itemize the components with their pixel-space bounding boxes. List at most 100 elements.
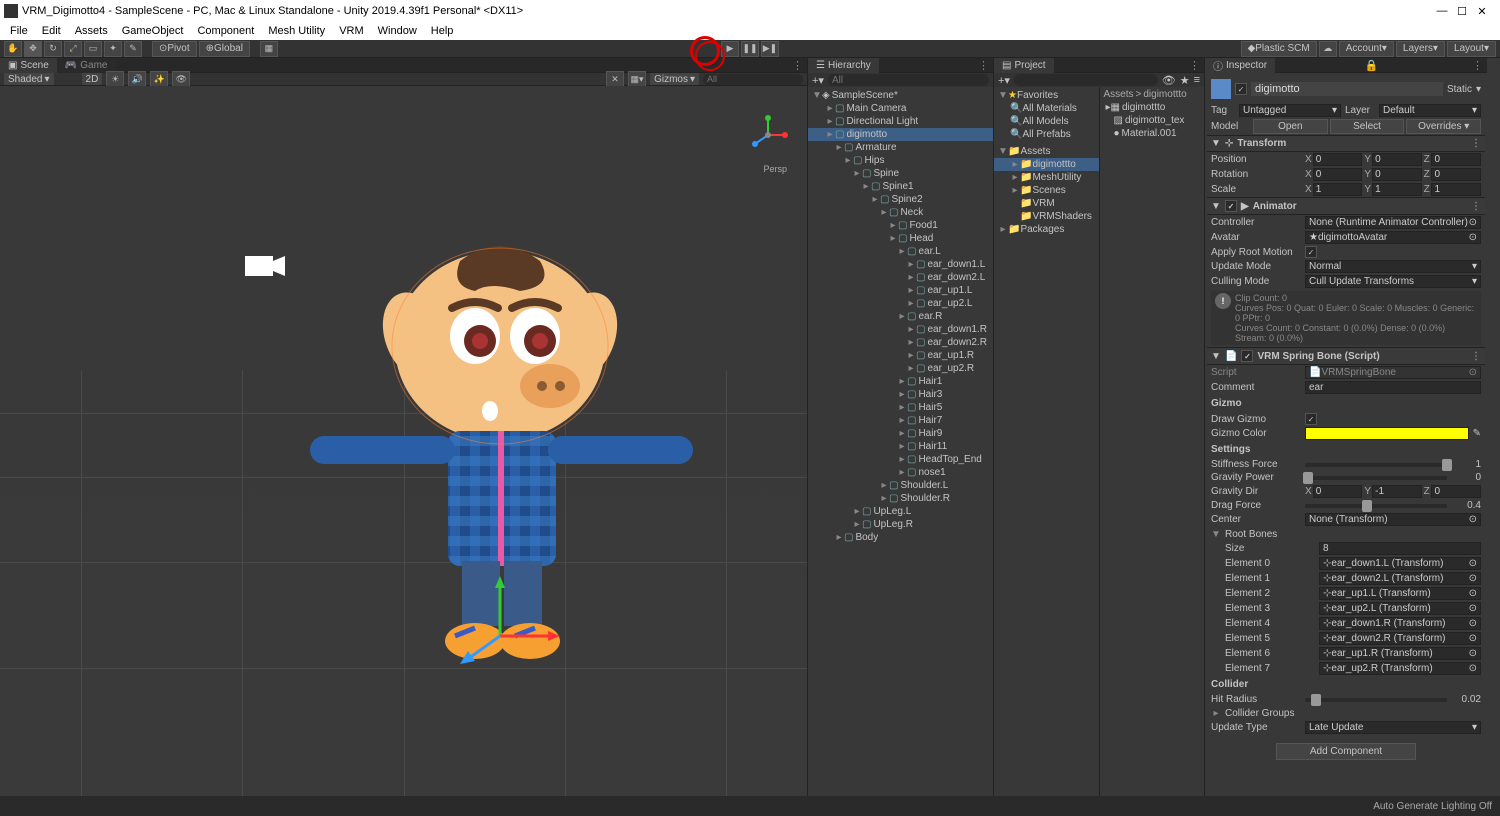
tab-project[interactable]: ▤Project [994,58,1054,73]
account-dropdown[interactable]: Account ▾ [1339,41,1394,57]
collider-groups-foldout[interactable]: ▸Collider Groups [1207,706,1485,720]
layers-dropdown[interactable]: Layers ▾ [1396,41,1445,57]
menu-component[interactable]: Component [191,24,260,38]
hierarchy-item[interactable]: ▸▢Main Camera [808,102,993,115]
inspector-options-icon[interactable]: ⋮ [1468,59,1487,72]
animator-header[interactable]: ▼✓▶Animator⋮ [1207,197,1485,215]
hierarchy-item[interactable]: ▸▢ear_down2.R [808,336,993,349]
hand-tool-button[interactable]: ✋ [4,41,22,57]
hierarchy-item[interactable]: ▸▢Hair5 [808,401,993,414]
scale-tool-button[interactable]: ⤢ [64,41,82,57]
global-toggle[interactable]: ⊕Global [199,41,250,57]
filter-icon[interactable]: 👁 [1162,74,1176,87]
file-material[interactable]: ●Material.001 [1100,127,1205,140]
menu-edit[interactable]: Edit [36,24,67,38]
hierarchy-item[interactable]: ▸▢UpLeg.R [808,518,993,531]
filter-sliders-icon[interactable]: ≡ [1194,74,1200,86]
drag-slider[interactable] [1305,504,1447,508]
asset-folder[interactable]: 📁VRM [994,197,1099,210]
comment-input[interactable]: ear [1305,381,1481,394]
rootbone-element-field[interactable]: ⊹ear_up1.L (Transform)⊙ [1319,587,1481,600]
hit-radius-slider[interactable] [1305,698,1447,702]
asset-folder[interactable]: ▸📁Scenes [994,184,1099,197]
scene-root[interactable]: ▼◈ SampleScene* [808,89,993,102]
orientation-gizmo[interactable] [747,114,789,156]
cloud-button[interactable]: ☁ [1319,41,1337,57]
project-search-input[interactable] [1014,74,1158,86]
rootbone-element-field[interactable]: ⊹ear_up2.L (Transform)⊙ [1319,602,1481,615]
asset-folder[interactable]: 📁VRMShaders [994,210,1099,223]
scene-options-icon[interactable]: ⋮ [788,59,807,72]
file-digimotto-tex[interactable]: ▨digimotto_tex [1100,114,1205,127]
tab-inspector[interactable]: ⓘInspector [1205,58,1275,73]
hierarchy-item[interactable]: ▸▢ear_down2.L [808,271,993,284]
asset-folder[interactable]: ▸📁MeshUtility [994,171,1099,184]
hierarchy-item[interactable]: ▸▢Hair7 [808,414,993,427]
draw-gizmo-checkbox[interactable]: ✓ [1305,413,1317,425]
hierarchy-item[interactable]: ▸▢ear_up1.R [808,349,993,362]
hierarchy-item[interactable]: ▸▢Hair11 [808,440,993,453]
layer-dropdown[interactable]: Default▾ [1379,104,1481,117]
menu-mesh-utility[interactable]: Mesh Utility [262,24,331,38]
hierarchy-item[interactable]: ▸▢Hair3 [808,388,993,401]
springbone-enable-checkbox[interactable]: ✓ [1241,350,1253,362]
fav-all-prefabs[interactable]: 🔍All Prefabs [994,128,1099,141]
menu-vrm[interactable]: VRM [333,24,369,38]
snap-toggle[interactable]: ▦ [260,41,278,57]
open-button[interactable]: Open [1253,119,1328,134]
hierarchy-item[interactable]: ▸▢Spine2 [808,193,993,206]
pivot-toggle[interactable]: ⊙Pivot [152,41,197,57]
hierarchy-item[interactable]: ▸▢Hips [808,154,993,167]
gravity-y-input[interactable] [1372,485,1422,498]
static-dropdown[interactable]: ▾ [1476,84,1481,95]
rot-x-input[interactable] [1313,168,1363,181]
hierarchy-options-icon[interactable]: ⋮ [974,59,993,72]
gravity-power-slider[interactable] [1305,476,1447,480]
springbone-header[interactable]: ▼📄✓VRM Spring Bone (Script)⋮ [1207,347,1485,365]
hidden-toggle[interactable]: 👁 [172,71,190,87]
shading-dropdown[interactable]: Shaded ▾ [4,73,54,85]
transform-header[interactable]: ▼⊹Transform⋮ [1207,135,1485,152]
active-checkbox[interactable]: ✓ [1235,83,1247,95]
culling-mode-dropdown[interactable]: Cull Update Transforms▾ [1305,275,1481,288]
scale-x-input[interactable] [1313,183,1363,196]
update-mode-dropdown[interactable]: Normal▾ [1305,260,1481,273]
rotate-tool-button[interactable]: ↻ [44,41,62,57]
fx-toggle[interactable]: ✨ [150,71,168,87]
asset-folder[interactable]: ▸📁digimottto [994,158,1099,171]
project-breadcrumb[interactable]: Assets > digimottto [1100,87,1205,101]
custom-tool-button[interactable]: ✎ [124,41,142,57]
hierarchy-item[interactable]: ▸▢ear_up2.R [808,362,993,375]
hierarchy-item[interactable]: ▸▢HeadTop_End [808,453,993,466]
rect-tool-button[interactable]: ▭ [84,41,102,57]
transform-tool-button[interactable]: ✦ [104,41,122,57]
hierarchy-item[interactable]: ▸▢Food1 [808,219,993,232]
packages-row[interactable]: ▸📁Packages [994,223,1099,236]
hierarchy-item[interactable]: ▸▢ear_down1.R [808,323,993,336]
audio-toggle[interactable]: 🔊 [128,71,146,87]
hierarchy-item[interactable]: ▸▢ear_up1.L [808,284,993,297]
animator-enable-checkbox[interactable]: ✓ [1225,200,1237,212]
root-bones-foldout[interactable]: ▼Root Bones [1207,527,1485,541]
hierarchy-item[interactable]: ▸▢ear_up2.L [808,297,993,310]
rootbone-element-field[interactable]: ⊹ear_down1.L (Transform)⊙ [1319,557,1481,570]
rootbone-element-field[interactable]: ⊹ear_up2.R (Transform)⊙ [1319,662,1481,675]
scale-y-input[interactable] [1372,183,1422,196]
rootbone-element-field[interactable]: ⊹ear_down2.L (Transform)⊙ [1319,572,1481,585]
maximize-button[interactable]: ☐ [1456,5,1468,17]
scene-viewport[interactable]: Persp [0,86,807,796]
gravity-x-input[interactable] [1313,485,1363,498]
hierarchy-item[interactable]: ▸▢UpLeg.L [808,505,993,518]
hierarchy-item[interactable]: ▸▢ear.R [808,310,993,323]
grid-icon[interactable]: ▦▾ [628,71,646,87]
color-picker-icon[interactable]: ✎ [1473,428,1481,439]
add-component-button[interactable]: Add Component [1276,743,1416,760]
prefab-cube-icon[interactable] [1211,79,1231,99]
project-options-icon[interactable]: ⋮ [1185,59,1204,72]
overrides-button[interactable]: Overrides ▾ [1406,119,1481,134]
tag-dropdown[interactable]: Untagged▾ [1239,104,1341,117]
hierarchy-item[interactable]: ▸▢Shoulder.L [808,479,993,492]
file-digimottto[interactable]: ▸▦digimottto [1100,101,1205,114]
gizmos-dropdown[interactable]: Gizmos ▾ [650,73,699,85]
update-type-dropdown[interactable]: Late Update▾ [1305,721,1481,734]
